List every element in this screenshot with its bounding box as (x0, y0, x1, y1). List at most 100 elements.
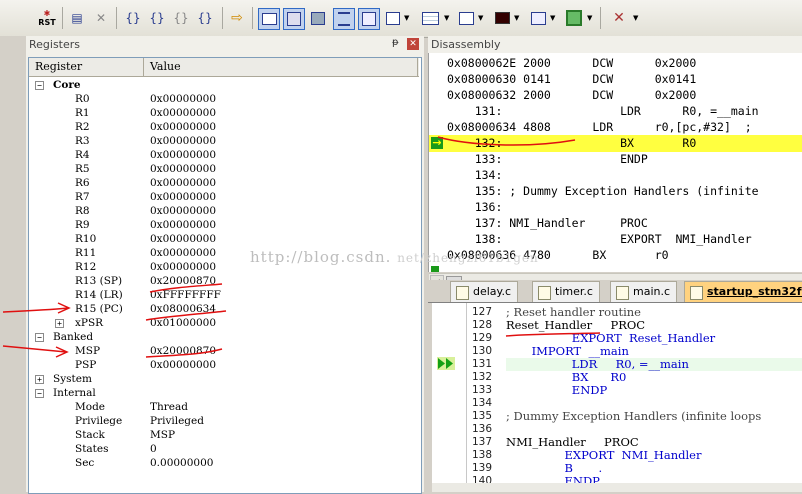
register-value[interactable]: 0x00000000 (150, 204, 216, 218)
register-row[interactable]: R2 0x00000000 (29, 120, 419, 134)
call-stack-window-button[interactable] (358, 8, 380, 30)
register-value[interactable]: 0x00000000 (150, 162, 216, 176)
chevron-down-icon[interactable]: ▼ (550, 14, 555, 22)
tab-startup-file[interactable]: startup_stm32f10x (684, 281, 802, 302)
register-row[interactable]: + xPSR 0x01000000 (29, 316, 419, 330)
register-row[interactable]: R13 (SP) 0x20000870 (29, 274, 419, 288)
disassembly-line[interactable]: 133: ENDP (447, 151, 648, 167)
register-row[interactable]: + System (29, 372, 419, 386)
register-value[interactable]: 0xFFFFFFFF (150, 288, 221, 302)
register-row[interactable]: Sec 0.00000000 (29, 456, 419, 470)
command-window-button[interactable] (258, 8, 280, 30)
register-row[interactable]: MSP 0x20000870 (29, 344, 419, 358)
run-to-cursor-button[interactable]: {} (196, 8, 214, 28)
reset-button[interactable]: ✱ RST (36, 8, 58, 28)
editor-line[interactable]: 133 ENDP (432, 384, 802, 397)
collapse-icon[interactable]: − (35, 333, 44, 342)
register-value[interactable]: 0.00000000 (150, 456, 213, 470)
register-value[interactable]: 0x00000000 (150, 92, 216, 106)
register-value[interactable]: 0x08000634 (150, 302, 216, 316)
register-value[interactable]: Privileged (150, 414, 204, 428)
disassembly-line[interactable]: 0x08000634 4808 LDR r0,[pc,#32] ; (447, 119, 752, 135)
register-value[interactable]: 0x20000870 (150, 274, 216, 288)
trace-window-button[interactable] (528, 8, 548, 28)
tab-timer-c[interactable]: timer.c (532, 281, 600, 302)
system-viewer-button[interactable] (564, 8, 584, 28)
analysis-window-button[interactable] (492, 8, 512, 28)
symbols-window-button[interactable] (308, 8, 328, 28)
register-row[interactable]: Privilege Privileged (29, 414, 419, 428)
disassembly-line[interactable]: 0x08000630 0141 DCW 0x0141 (447, 71, 696, 87)
tab-main-c[interactable]: main.c (610, 281, 678, 302)
chevron-down-icon[interactable]: ▼ (444, 14, 449, 22)
column-header-register[interactable]: Register (29, 58, 144, 76)
disassembly-line[interactable]: 0x0800062E 2000 DCW 0x2000 (447, 55, 696, 71)
registers-window-button[interactable] (333, 8, 355, 30)
source-editor[interactable]: 127; Reset handler routine 128 Reset_Handl… (432, 303, 802, 492)
tab-delay-c[interactable]: delay.c (450, 281, 519, 302)
register-value[interactable]: 0x00000000 (150, 232, 216, 246)
register-row[interactable]: R5 0x00000000 (29, 162, 419, 176)
chevron-down-icon[interactable]: ▼ (404, 14, 409, 22)
chevron-down-icon[interactable]: ▼ (587, 14, 592, 22)
chevron-down-icon[interactable]: ▼ (514, 14, 519, 22)
memory-window-button[interactable] (418, 8, 442, 28)
disassembly-line[interactable]: 138: EXPORT NMI_Handler (447, 231, 752, 247)
register-row[interactable]: R8 0x00000000 (29, 204, 419, 218)
run-button[interactable]: ▤ (68, 8, 86, 28)
expand-icon[interactable]: + (55, 319, 64, 328)
register-value[interactable]: 0x00000000 (150, 106, 216, 120)
editor-line[interactable]: 139 B . (432, 462, 802, 475)
register-row[interactable]: R6 0x00000000 (29, 176, 419, 190)
register-row[interactable]: R0 0x00000000 (29, 92, 419, 106)
step-into-button[interactable]: {} (124, 8, 142, 28)
pin-icon[interactable]: ᵽ (392, 37, 399, 48)
disassembly-line[interactable]: 132: BX R0 (447, 135, 697, 151)
register-value[interactable]: MSP (150, 428, 175, 442)
editor-line[interactable]: 135 ; Dummy Exception Handlers (infinite … (432, 410, 802, 423)
disassembly-window-button[interactable] (283, 8, 305, 30)
disassembly-line[interactable]: 134: (447, 167, 503, 183)
watch-window-button[interactable] (383, 8, 403, 28)
disassembly-line[interactable]: 137: NMI_Handler PROC (447, 215, 648, 231)
register-row[interactable]: Mode Thread (29, 400, 419, 414)
register-row[interactable]: R4 0x00000000 (29, 148, 419, 162)
register-row[interactable]: PSP 0x00000000 (29, 358, 419, 372)
register-row[interactable]: R7 0x00000000 (29, 190, 419, 204)
disassembly-line[interactable]: 135: ; Dummy Exception Handlers (infinit… (447, 183, 759, 199)
disassembly-line[interactable]: 0x08000632 2000 DCW 0x2000 (447, 87, 696, 103)
toolbox-button[interactable]: ✕ (608, 8, 630, 28)
serial-window-button[interactable] (456, 8, 476, 28)
register-value[interactable]: Thread (150, 400, 188, 414)
close-icon[interactable]: ✕ (407, 38, 419, 50)
stop-button[interactable]: ✕ (92, 8, 110, 28)
editor-line[interactable]: 132 BX R0 (432, 371, 802, 384)
register-row[interactable]: R10 0x00000000 (29, 232, 419, 246)
register-value[interactable]: 0x00000000 (150, 218, 216, 232)
expand-icon[interactable]: + (35, 375, 44, 384)
step-over-button[interactable]: {} (148, 8, 166, 28)
register-row[interactable]: R14 (LR) 0xFFFFFFFF (29, 288, 419, 302)
editor-horizontal-scrollbar[interactable] (432, 483, 802, 492)
chevron-down-icon[interactable]: ▼ (633, 14, 638, 22)
register-row[interactable]: − Core (29, 78, 419, 92)
register-value[interactable]: 0x00000000 (150, 246, 216, 260)
register-value[interactable]: 0x20000870 (150, 344, 216, 358)
show-next-statement-button[interactable]: ⇨ (228, 8, 246, 28)
register-value[interactable]: 0x00000000 (150, 190, 216, 204)
register-value[interactable]: 0x00000000 (150, 134, 216, 148)
register-value[interactable]: 0x00000000 (150, 148, 216, 162)
collapse-icon[interactable]: − (35, 81, 44, 90)
register-value[interactable]: 0x00000000 (150, 120, 216, 134)
editor-line[interactable]: 138 EXPORT NMI_Handler (432, 449, 802, 462)
register-row[interactable]: R9 0x00000000 (29, 218, 419, 232)
register-row[interactable]: States 0 (29, 442, 419, 456)
register-row[interactable]: R15 (PC) 0x08000634 (29, 302, 419, 316)
register-row[interactable]: − Internal (29, 386, 419, 400)
chevron-down-icon[interactable]: ▼ (478, 14, 483, 22)
disassembly-view[interactable]: 0x0800062E 2000 DCW 0x2000 0x08000630 014… (428, 53, 802, 289)
register-value[interactable]: 0x00000000 (150, 260, 216, 274)
register-value[interactable]: 0 (150, 442, 157, 456)
collapse-icon[interactable]: − (35, 389, 44, 398)
register-value[interactable]: 0x00000000 (150, 176, 216, 190)
